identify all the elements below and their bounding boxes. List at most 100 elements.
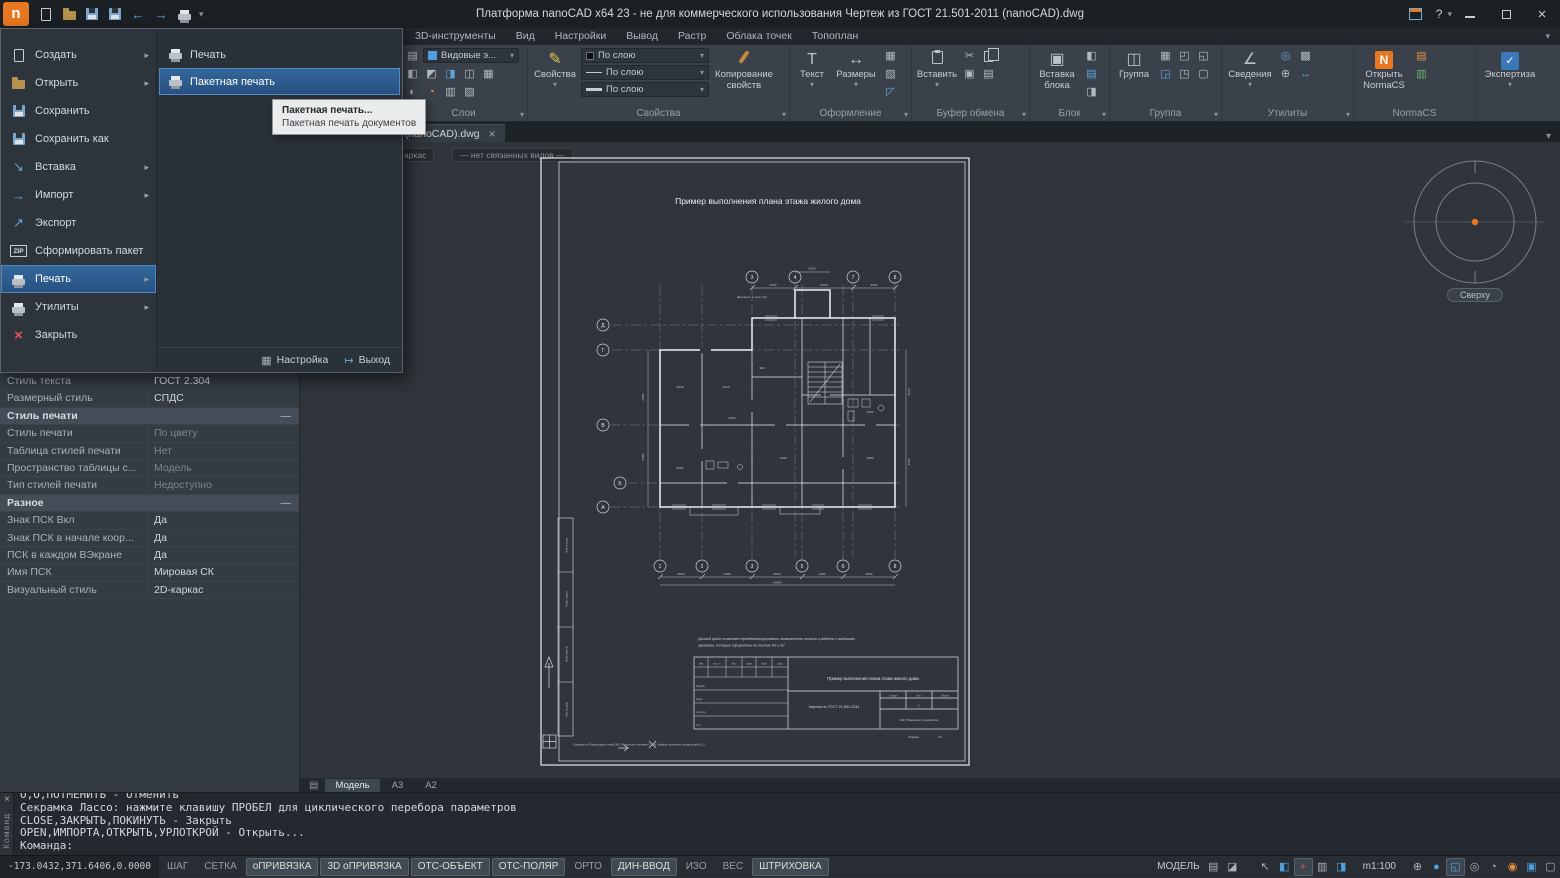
group-manager-icon[interactable]: ◱	[1195, 48, 1212, 64]
paste-special-icon[interactable]: ▤	[980, 66, 997, 82]
tab-3d-tools[interactable]: 3D-инструменты	[406, 28, 505, 45]
toggle-object-tracking[interactable]: ОТС-ОБЪЕКТ	[411, 858, 490, 876]
collapse-icon[interactable]: —	[281, 408, 292, 425]
copy-with-basepoint-icon[interactable]: ▣	[961, 66, 978, 82]
layer-states-icon[interactable]: ▥	[442, 84, 459, 100]
property-row[interactable]: Тип стилей печатиНедоступно	[0, 477, 299, 494]
menu-settings-button[interactable]: ▦ Настройка	[261, 354, 328, 367]
menu-item-save-as[interactable]: Сохранить как	[1, 125, 156, 153]
property-row[interactable]: Знак ПСК ВклДа	[0, 512, 299, 529]
selection-cycling-icon[interactable]: ↖	[1256, 860, 1275, 873]
toggle-hatch[interactable]: ШТРИХОВКА	[752, 858, 828, 876]
close-button[interactable]: ×	[1524, 0, 1560, 28]
group-label-format[interactable]: Оформление▾	[790, 107, 911, 121]
locator-icon[interactable]: ◉	[1503, 860, 1522, 873]
insert-block-button[interactable]: ▣ Вставка блока	[1034, 48, 1080, 93]
point-icon[interactable]: ⊕	[1277, 66, 1294, 82]
property-row[interactable]: Визуальный стиль2D-каркас	[0, 582, 299, 599]
layer-properties-icon[interactable]: ▤	[404, 48, 421, 64]
tab-a3[interactable]: А3	[382, 779, 414, 792]
layer-merge-icon[interactable]: ▧	[461, 84, 478, 100]
layer-walk-icon[interactable]: ▦	[480, 66, 497, 82]
drawing-sheet[interactable]: Пример выполнения плана этажа жилого дом…	[540, 157, 970, 767]
property-row[interactable]: Размерный стильСПДС	[0, 390, 299, 407]
drawing-canvas[interactable]: аркас — нет связанных видов — Пример вып…	[300, 142, 1560, 792]
normacs-doc-icon[interactable]: ▤	[1413, 48, 1430, 64]
ungroup-icon[interactable]: ▦	[1157, 48, 1174, 64]
isolate-objects-icon[interactable]: ◧	[1275, 860, 1294, 873]
close-command-panel-icon[interactable]: ×	[4, 794, 10, 805]
ribbon-collapse-icon[interactable]: ▾	[1545, 31, 1560, 42]
quick-select-icon[interactable]: ◎	[1277, 48, 1294, 64]
menu-item-print[interactable]: Печать▸	[1, 265, 156, 293]
layer-off-icon[interactable]: ◧	[404, 66, 421, 82]
menu-item-utilities[interactable]: Утилиты▸	[1, 293, 156, 321]
toggle-lineweight[interactable]: ВЕС	[715, 856, 752, 878]
property-row[interactable]: Знак ПСК в начале коор...Да	[0, 530, 299, 547]
zoom-window-icon[interactable]: ◱	[1446, 858, 1465, 876]
submenu-item-batch-print[interactable]: Пакетная печать	[159, 68, 400, 95]
property-row[interactable]: Стиль печатиПо цвету	[0, 425, 299, 442]
save-as-icon[interactable]	[105, 4, 125, 24]
tab-topoplan[interactable]: Топоплан	[803, 28, 867, 45]
help-button[interactable]: ?	[1436, 7, 1443, 21]
toggle-step[interactable]: ШАГ	[159, 856, 196, 878]
view-direction-label[interactable]: Сверху	[1405, 288, 1545, 302]
open-normacs-button[interactable]: Открыть NormaCS	[1358, 48, 1410, 93]
menu-item-create-package[interactable]: Сформировать пакет	[1, 237, 156, 265]
tab-model[interactable]: Модель	[325, 779, 379, 792]
toggle-iso[interactable]: ИЗО	[678, 856, 715, 878]
linetype-dropdown[interactable]: По слою ▾	[581, 65, 709, 80]
property-row[interactable]: Таблица стилей печатиНет	[0, 443, 299, 460]
minimize-button[interactable]	[1452, 0, 1488, 28]
menu-item-export[interactable]: ↗ Экспорт	[1, 209, 156, 237]
measure-info-button[interactable]: ∠ Сведения ▾	[1226, 48, 1274, 91]
toggle-osnap[interactable]: оПРИВЯЗКА	[246, 858, 319, 876]
group-label-group[interactable]: Группа▾	[1110, 107, 1221, 121]
lock-ui-icon[interactable]: ▤	[1204, 860, 1223, 873]
property-row[interactable]: Стиль текстаГОСТ 2.304	[0, 373, 299, 390]
toggle-dynamic-input[interactable]: ДИН-ВВОД	[611, 858, 677, 876]
menu-item-save[interactable]: Сохранить	[1, 97, 156, 125]
block-attributes-icon[interactable]: ◨	[1083, 84, 1100, 100]
monitor-icon[interactable]: ▣	[1522, 860, 1541, 873]
pan-hand-icon[interactable]: ⊕	[1408, 860, 1427, 873]
document-list-icon[interactable]: ▾	[1546, 131, 1551, 142]
distance-icon[interactable]: ↔	[1297, 66, 1314, 82]
viewport-icon[interactable]: ◪	[1223, 860, 1242, 873]
zoom-extents-icon[interactable]: ◎	[1465, 860, 1484, 873]
group-add-icon[interactable]: ◳	[1176, 66, 1193, 82]
plot-icon[interactable]	[174, 4, 194, 24]
property-row[interactable]: ПСК в каждом ВЭкранеДа	[0, 547, 299, 564]
scale-indicator[interactable]: m1:100	[1363, 861, 1396, 872]
tab-a2[interactable]: А2	[415, 779, 447, 792]
tab-settings[interactable]: Настройки	[546, 28, 616, 45]
crosshair-icon[interactable]: +	[1294, 858, 1313, 876]
group-label-block[interactable]: Блок▾	[1030, 107, 1109, 121]
expertise-button[interactable]: Экспертиза ▾	[1480, 48, 1540, 91]
menu-item-import[interactable]: → Импорт▸	[1, 181, 156, 209]
orbit-icon[interactable]: ◔	[1484, 861, 1503, 873]
id-point-icon[interactable]: ▩	[1297, 48, 1314, 64]
layout-browser-icon[interactable]: ▤	[304, 780, 323, 791]
menu-exit-button[interactable]: ↦ Выход	[344, 354, 390, 367]
license-calendar-icon[interactable]	[1406, 4, 1426, 24]
group-button[interactable]: ◫ Группа	[1114, 48, 1154, 83]
hatch-icon[interactable]: ▨	[882, 66, 899, 82]
fullscreen-icon[interactable]: ▢	[1541, 860, 1560, 873]
layer-match-icon[interactable]: ◐	[404, 84, 421, 100]
toggle-polar-tracking[interactable]: ОТС-ПОЛЯР	[492, 858, 566, 876]
quick-access-caret-icon[interactable]: ▾	[199, 9, 204, 20]
property-section-header[interactable]: Разное—	[0, 495, 299, 512]
nanocad-logo[interactable]: n	[3, 2, 29, 26]
undo-icon[interactable]: ←	[128, 4, 148, 24]
tab-raster[interactable]: Растр	[669, 28, 715, 45]
color-dropdown[interactable]: По слою ▾	[581, 48, 709, 63]
toggle-ortho[interactable]: ОРТО	[566, 856, 609, 878]
command-prompt[interactable]: Команда:	[20, 840, 1560, 853]
command-history[interactable]: О,О,ПОТМЕНИТЬ - Отменить Секрамка Лассо:…	[14, 793, 1560, 855]
menu-item-close[interactable]: Закрыть	[1, 321, 156, 349]
text-button[interactable]: T Текст ▾	[794, 48, 830, 91]
tablet-icon[interactable]: ▥	[1313, 860, 1332, 873]
maximize-button[interactable]	[1488, 0, 1524, 28]
